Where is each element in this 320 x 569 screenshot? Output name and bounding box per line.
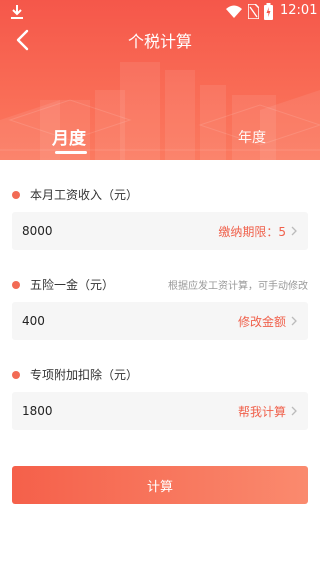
wifi-icon	[226, 5, 242, 18]
bullet-dot	[12, 370, 20, 379]
payment-period-button[interactable]: 缴纳期限：5	[218, 223, 298, 240]
sim-icon	[248, 4, 259, 19]
page-title: 个税计算	[127, 32, 192, 51]
insurance-label-text: 五险一金（元）	[30, 278, 115, 292]
status-bar: 12:01	[0, 0, 320, 24]
help-calculate-button[interactable]: 帮我计算	[238, 403, 298, 420]
deduction-label: 专项附加扣除（元）	[12, 366, 138, 383]
chevron-right-icon	[291, 226, 297, 236]
calculate-button[interactable]: 计算	[12, 466, 308, 504]
bullet-dot	[12, 280, 20, 289]
insurance-hint: 根据应发工资计算，可手动修改	[168, 281, 308, 292]
period-tabs: 月度 年度	[0, 120, 320, 160]
chevron-right-icon	[291, 316, 297, 326]
tab-monthly[interactable]: 月度	[52, 124, 86, 149]
income-field[interactable]: 8000 缴纳期限：5	[12, 212, 308, 250]
nav-bar: 个税计算	[0, 24, 320, 56]
edit-amount-label: 修改金额	[237, 314, 286, 329]
download-icon	[11, 5, 23, 19]
chevron-right-icon	[291, 406, 297, 416]
tab-yearly[interactable]: 年度	[238, 127, 266, 147]
edit-amount-button[interactable]: 修改金额	[238, 313, 298, 330]
payment-period-label: 缴纳期限：5	[218, 224, 286, 239]
deduction-value[interactable]: 1800	[22, 404, 238, 418]
insurance-value[interactable]: 400	[22, 314, 238, 328]
help-calculate-label: 帮我计算	[237, 404, 286, 419]
active-tab-indicator	[55, 151, 87, 154]
insurance-label: 五险一金（元）	[12, 276, 114, 293]
header-banner: 12:01 个税计算 月度 年度	[0, 0, 320, 160]
income-value[interactable]: 8000	[22, 224, 218, 238]
clock: 12:01	[280, 3, 318, 18]
deduction-field[interactable]: 1800 帮我计算	[12, 392, 308, 430]
income-label: 本月工资收入（元）	[12, 186, 138, 203]
insurance-field[interactable]: 400 修改金额	[12, 302, 308, 340]
battery-icon	[264, 3, 273, 20]
income-label-text: 本月工资收入（元）	[30, 188, 139, 202]
deduction-label-text: 专项附加扣除（元）	[30, 368, 139, 382]
bullet-dot	[12, 190, 20, 199]
